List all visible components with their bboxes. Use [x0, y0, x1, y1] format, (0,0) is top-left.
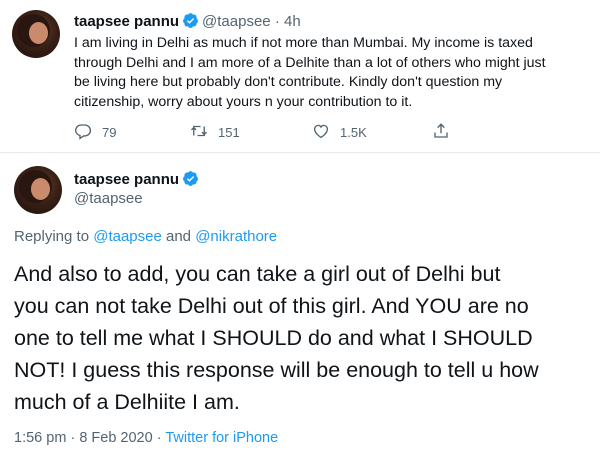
meta-dot: ·	[156, 430, 162, 446]
tweet-text: And also to add, you can take a girl out…	[14, 262, 539, 414]
tweet-actions: 79 151 1.5K	[74, 122, 524, 142]
tweet-date[interactable]: 8 Feb 2020	[79, 430, 152, 446]
replying-to: Replying to @taapsee and @nikrathore	[14, 228, 277, 245]
tweet-header: taapsee pannu @taapsee · 4h	[74, 12, 301, 33]
like-count: 1.5K	[340, 125, 367, 140]
tweet-text: I am living in Delhi as much if not more…	[74, 35, 546, 110]
retweet-button[interactable]: 151	[190, 122, 240, 143]
previous-tweet[interactable]: taapsee pannu @taapsee · 4h I am living i…	[0, 0, 600, 152]
avatar[interactable]	[14, 166, 62, 214]
reply-mention-link[interactable]: @nikrathore	[195, 228, 277, 245]
tweet-meta: 1:56 pm · 8 Feb 2020 · Twitter for iPhon…	[14, 430, 278, 446]
share-button[interactable]	[432, 122, 460, 143]
tweet-time[interactable]: 4h	[284, 13, 301, 30]
heart-icon	[312, 122, 340, 143]
reply-mention-link[interactable]: @taapsee	[93, 228, 162, 245]
author-name-row: taapsee pannu	[74, 170, 202, 191]
thread-divider	[0, 152, 600, 153]
author-handle[interactable]: @taapsee	[202, 13, 271, 30]
tweet-time[interactable]: 1:56 pm	[14, 430, 66, 446]
retweet-icon	[190, 122, 218, 143]
replying-prefix: Replying to	[14, 228, 90, 245]
reply-button[interactable]: 79	[74, 122, 116, 143]
avatar[interactable]	[12, 10, 60, 58]
avatar-face	[31, 177, 51, 200]
like-button[interactable]: 1.5K	[312, 122, 367, 143]
retweet-count: 151	[218, 125, 240, 140]
tweet-source-link[interactable]: Twitter for iPhone	[165, 430, 278, 446]
avatar-face	[29, 21, 49, 44]
author-name[interactable]: taapsee pannu	[74, 171, 179, 188]
reply-icon	[74, 122, 102, 143]
reply-count: 79	[102, 125, 117, 140]
verified-badge-icon	[182, 170, 199, 191]
author-handle[interactable]: @taapsee	[74, 190, 143, 207]
share-icon	[432, 122, 460, 143]
author-name[interactable]: taapsee pannu	[74, 13, 179, 30]
replying-and: and	[166, 228, 192, 245]
meta-dot: ·	[70, 430, 76, 446]
verified-badge-icon	[182, 12, 199, 33]
separator-dot: ·	[274, 13, 280, 30]
